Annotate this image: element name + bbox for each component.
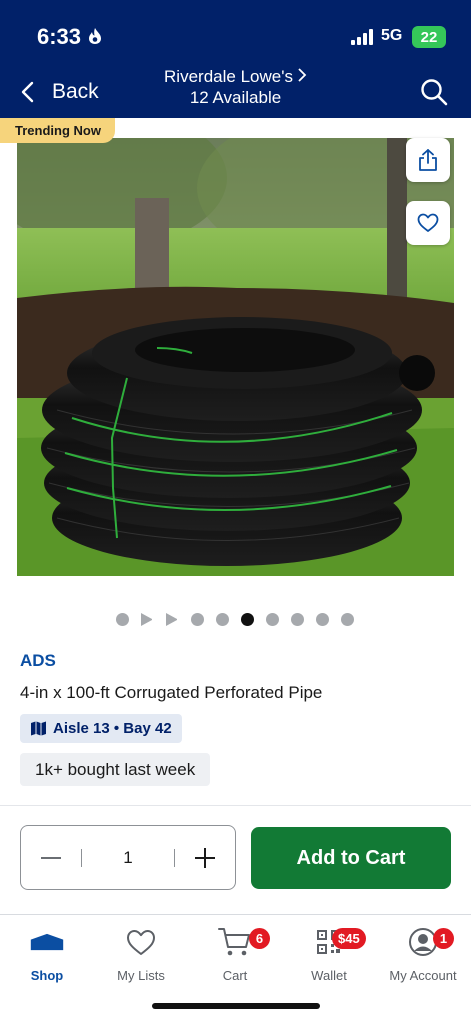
- product-photo-illustration: [17, 138, 454, 576]
- home-indicator: [152, 1003, 320, 1009]
- carousel-dot[interactable]: [341, 613, 354, 626]
- nav-label-shop: Shop: [30, 968, 64, 983]
- carousel-dot[interactable]: [266, 613, 279, 626]
- nav-label-cart: Cart: [222, 968, 248, 983]
- divider: [0, 805, 471, 806]
- product-brand-link[interactable]: ADS: [20, 651, 56, 671]
- increase-quantity-button[interactable]: [175, 826, 235, 889]
- trending-badge: Trending Now: [0, 118, 115, 143]
- plus-icon: [195, 847, 215, 868]
- carousel-dot[interactable]: [116, 613, 129, 626]
- store-name: Riverdale Lowe's: [164, 67, 293, 86]
- nav-label-my-account: My Account: [389, 968, 457, 983]
- minus-icon: [41, 856, 61, 859]
- back-button[interactable]: Back: [20, 76, 99, 108]
- aisle-label: Aisle 13 • Bay 42: [53, 720, 172, 737]
- carousel-dot[interactable]: [191, 613, 204, 626]
- nav-item-cart[interactable]: 6 Cart: [188, 923, 282, 985]
- quantity-value[interactable]: 1: [82, 848, 174, 868]
- store-availability: 12 Available: [189, 88, 282, 107]
- network-label: 5G: [381, 27, 403, 44]
- chevron-right-icon: [298, 68, 307, 82]
- store-selector[interactable]: Riverdale Lowe's 12 Available: [120, 66, 351, 108]
- nav-item-my-lists[interactable]: My Lists: [94, 923, 188, 985]
- search-icon[interactable]: [420, 78, 448, 106]
- social-proof-badge: 1k+ bought last week: [20, 753, 211, 786]
- product-image[interactable]: [17, 138, 454, 576]
- video-play-icon[interactable]: [166, 613, 179, 626]
- aisle-location-badge[interactable]: Aisle 13 • Bay 42: [20, 714, 182, 743]
- heart-icon: [417, 213, 439, 232]
- wallet-balance-badge: $45: [332, 928, 366, 949]
- nav-item-my-account[interactable]: 1 My Account: [376, 923, 470, 985]
- cart-count-badge: 6: [249, 928, 270, 949]
- heart-icon: [124, 925, 158, 959]
- back-label: Back: [52, 80, 99, 103]
- carousel-dot[interactable]: [216, 613, 229, 626]
- decrease-quantity-button[interactable]: [21, 826, 81, 889]
- carousel-dot[interactable]: [291, 613, 304, 626]
- flame-icon: [89, 28, 101, 44]
- battery-indicator: 22: [412, 26, 446, 48]
- favorite-button[interactable]: [406, 201, 450, 245]
- nav-label-wallet: Wallet: [311, 968, 347, 983]
- image-carousel-dots[interactable]: [116, 613, 354, 626]
- map-icon: [31, 721, 46, 736]
- share-icon: [419, 149, 437, 171]
- status-time: 6:33: [37, 24, 82, 49]
- carousel-dot-active[interactable]: [241, 613, 254, 626]
- cart-icon: [218, 925, 252, 959]
- add-to-cart-button[interactable]: Add to Cart: [251, 827, 451, 889]
- account-notification-badge: 1: [433, 928, 454, 949]
- nav-label-my-lists: My Lists: [117, 968, 165, 983]
- nav-item-shop[interactable]: Shop: [0, 923, 94, 985]
- nav-item-wallet[interactable]: $45 Wallet: [282, 923, 376, 985]
- product-title: 4-in x 100-ft Corrugated Perforated Pipe: [20, 683, 323, 702]
- battery-level: 22: [420, 28, 438, 46]
- quantity-stepper[interactable]: 1: [20, 825, 236, 890]
- signal-icon: [351, 29, 373, 45]
- share-button[interactable]: [406, 138, 450, 182]
- video-play-icon[interactable]: [141, 613, 154, 626]
- app-header: 6:33 5G 22 Back Riverdale Lowe's 12 Avai…: [0, 0, 471, 118]
- chevron-left-icon: [21, 81, 34, 103]
- carousel-dot[interactable]: [316, 613, 329, 626]
- shop-icon: [30, 925, 64, 959]
